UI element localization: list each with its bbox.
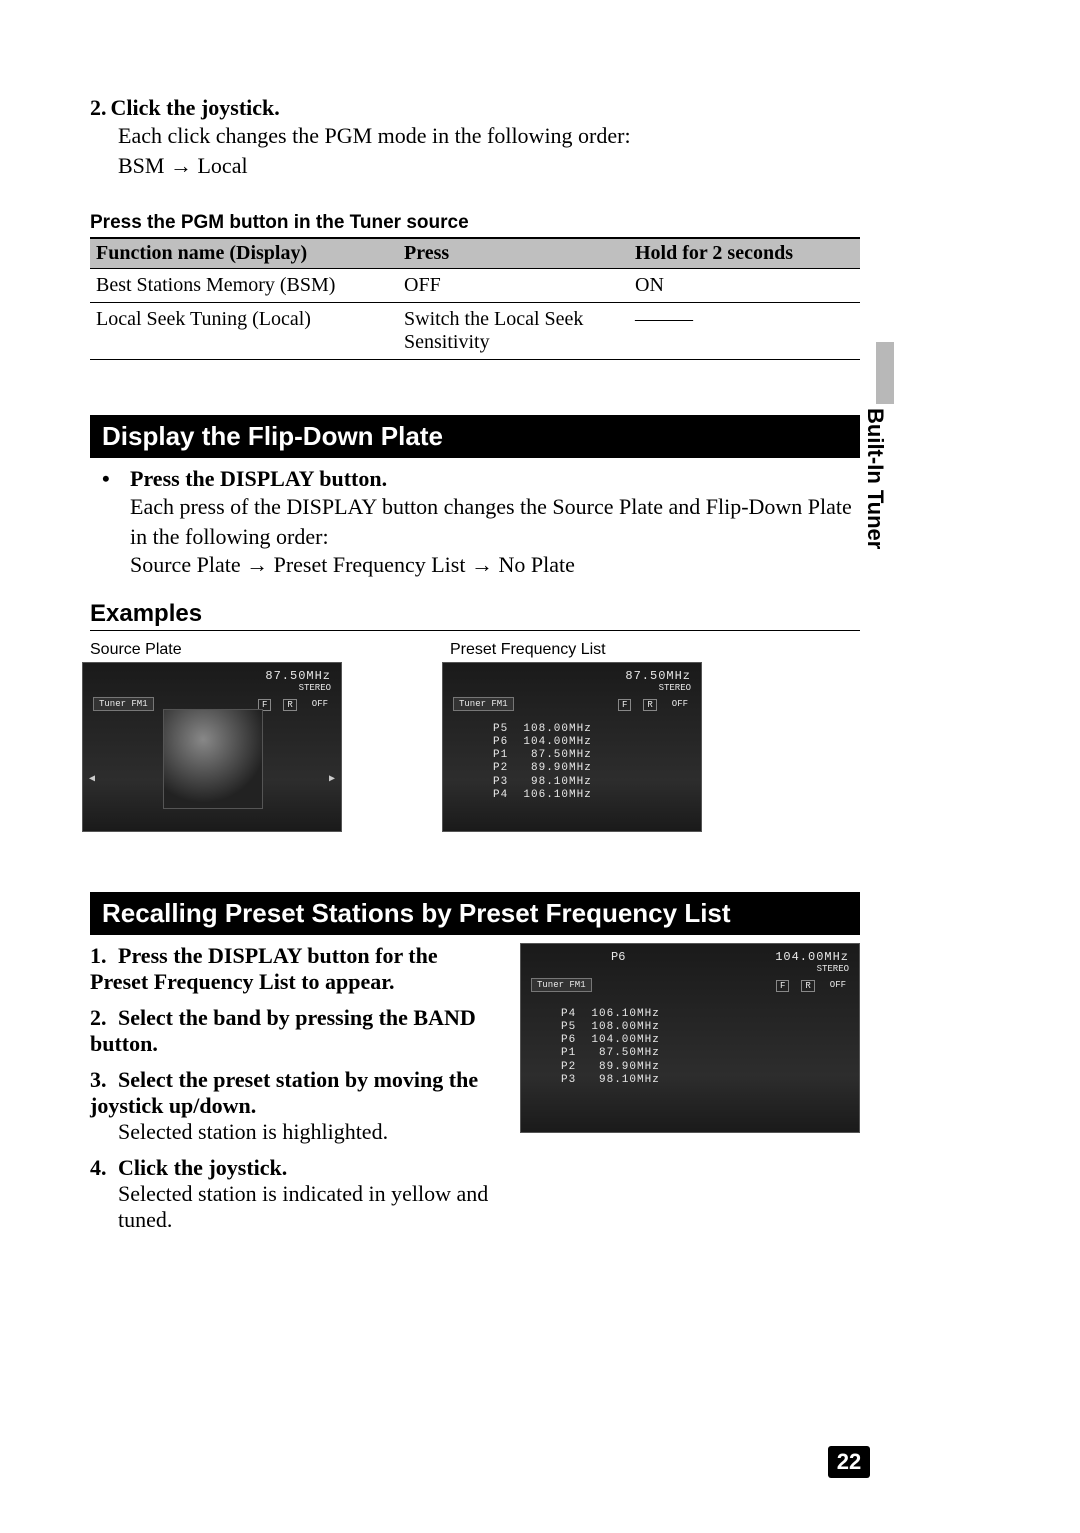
step-number: 2. [90,1005,118,1031]
album-art-placeholder [163,709,263,809]
seq-preset-list: Preset Frequency List [274,552,466,577]
table-row: Best Stations Memory (BSM) OFF ON [90,269,860,303]
screen-recall: P6 104.00MHz STEREO Tuner FM1 F R OFF P4… [520,943,860,1133]
step-body-1: Each click changes the PGM mode in the f… [118,121,860,151]
off-label: OFF [669,699,691,711]
step-title: Press the DISPLAY button for the Preset … [90,943,438,994]
seq-bsm: BSM [118,153,164,178]
r-icon: R [801,980,814,992]
example-source-plate: Source Plate 87.50MHz STEREO Tuner FM1 F… [82,641,342,832]
screen-tuner-badge: Tuner FM1 [531,978,592,992]
f-icon: F [776,980,789,992]
cell: ON [629,269,860,303]
screen-icons: F R OFF [776,980,849,992]
seq-source-plate: Source Plate [130,552,241,577]
step-2: 2. Click the joystick. Each click change… [90,95,860,180]
screen-source-plate: 87.50MHz STEREO Tuner FM1 F R OFF ◀ ▶ [82,662,342,832]
examples-row: Source Plate 87.50MHz STEREO Tuner FM1 F… [82,641,860,832]
screen-icons: F R OFF [258,699,331,711]
recall-step-3: 3.Select the preset station by moving th… [90,1067,496,1145]
cell: OFF [398,269,629,303]
recall-step-2: 2.Select the band by pressing the BAND b… [90,1005,496,1057]
flip-bullet: • Press the DISPLAY button. Each press o… [90,466,860,577]
example-preset-list: Preset Frequency List 87.50MHz STEREO Tu… [442,641,702,832]
cell: Local Seek Tuning (Local) [90,303,398,360]
section-recall-title: Recalling Preset Stations by Preset Freq… [90,892,860,935]
page-number: 22 [828,1446,870,1478]
arrow-icon: → [170,153,192,178]
step-title: Click the joystick. [111,95,280,120]
col-h1: Function name (Display) [90,239,398,269]
pgm-table: Function name (Display) Press Hold for 2… [90,239,860,360]
cell: Switch the Local Seek Sensitivity [398,303,629,360]
r-icon: R [643,699,656,711]
sidebar-section-label: Built-In Tuner [862,408,888,549]
screen-preset-list: 87.50MHz STEREO Tuner FM1 F R OFF P5 108… [442,662,702,832]
screen-tuner-badge: Tuner FM1 [93,697,154,711]
recall-step-4: 4.Click the joystick. Selected station i… [90,1155,496,1233]
step-title: Click the joystick. [118,1155,287,1180]
step-body-2: BSM → Local [118,151,860,181]
flip-sequence: Source Plate → Preset Frequency List → N… [130,552,860,578]
arrow-icon: → [246,552,268,577]
seq-no-plate: No Plate [498,552,574,577]
screen-presets: P5 108.00MHz P6 104.00MHz P1 87.50MHz P2… [493,723,592,802]
screen-tuner-badge: Tuner FM1 [453,697,514,711]
bullet-icon: • [102,466,130,577]
step-number: 1. [90,943,118,969]
screen-stereo: STEREO [817,964,849,974]
arrow-icon: → [471,552,493,577]
cell: Best Stations Memory (BSM) [90,269,398,303]
pgm-table-caption: Press the PGM button in the Tuner source [90,212,860,239]
flip-bullet-title: Press the DISPLAY button. [130,466,860,492]
sidebar-section-marker [876,342,894,404]
section-flip-title: Display the Flip-Down Plate [90,415,860,458]
screen-freq: 87.50MHz [625,669,691,683]
step-body: Selected station is indicated in yellow … [118,1181,496,1233]
f-icon: F [618,699,631,711]
off-label: OFF [309,699,331,711]
recall-row: 1.Press the DISPLAY button for the Prese… [90,943,860,1243]
flip-body-1: Each press of the DISPLAY button changes… [130,492,860,551]
right-arrow-icon: ▶ [329,773,335,785]
off-label: OFF [827,980,849,992]
step-number: 4. [90,1155,118,1181]
recall-steps: 1.Press the DISPLAY button for the Prese… [90,943,496,1243]
table-row: Local Seek Tuning (Local) Switch the Loc… [90,303,860,360]
step-number: 2. [90,95,107,120]
recall-step-1: 1.Press the DISPLAY button for the Prese… [90,943,496,995]
r-icon: R [283,699,296,711]
example-label: Preset Frequency List [450,641,702,659]
screen-presets: P4 106.10MHz P5 108.00MHz P6 104.00MHz P… [561,1008,660,1087]
screen-freq: 87.50MHz [265,669,331,683]
screen-freq: 104.00MHz [775,950,849,964]
screen-p6: P6 [611,950,625,964]
step-number: 3. [90,1067,118,1093]
screen-stereo: STEREO [299,683,331,693]
screen-icons: F R OFF [618,699,691,711]
example-label: Source Plate [90,641,342,659]
col-h2: Press [398,239,629,269]
seq-local: Local [197,153,247,178]
step-body: Selected station is highlighted. [118,1119,496,1145]
examples-header: Examples [90,600,860,631]
screen-stereo: STEREO [659,683,691,693]
cell: ——— [629,303,860,360]
left-arrow-icon: ◀ [89,773,95,785]
col-h3: Hold for 2 seconds [629,239,860,269]
step-title: Select the preset station by moving the … [90,1067,478,1118]
step-title: Select the band by pressing the BAND but… [90,1005,476,1056]
